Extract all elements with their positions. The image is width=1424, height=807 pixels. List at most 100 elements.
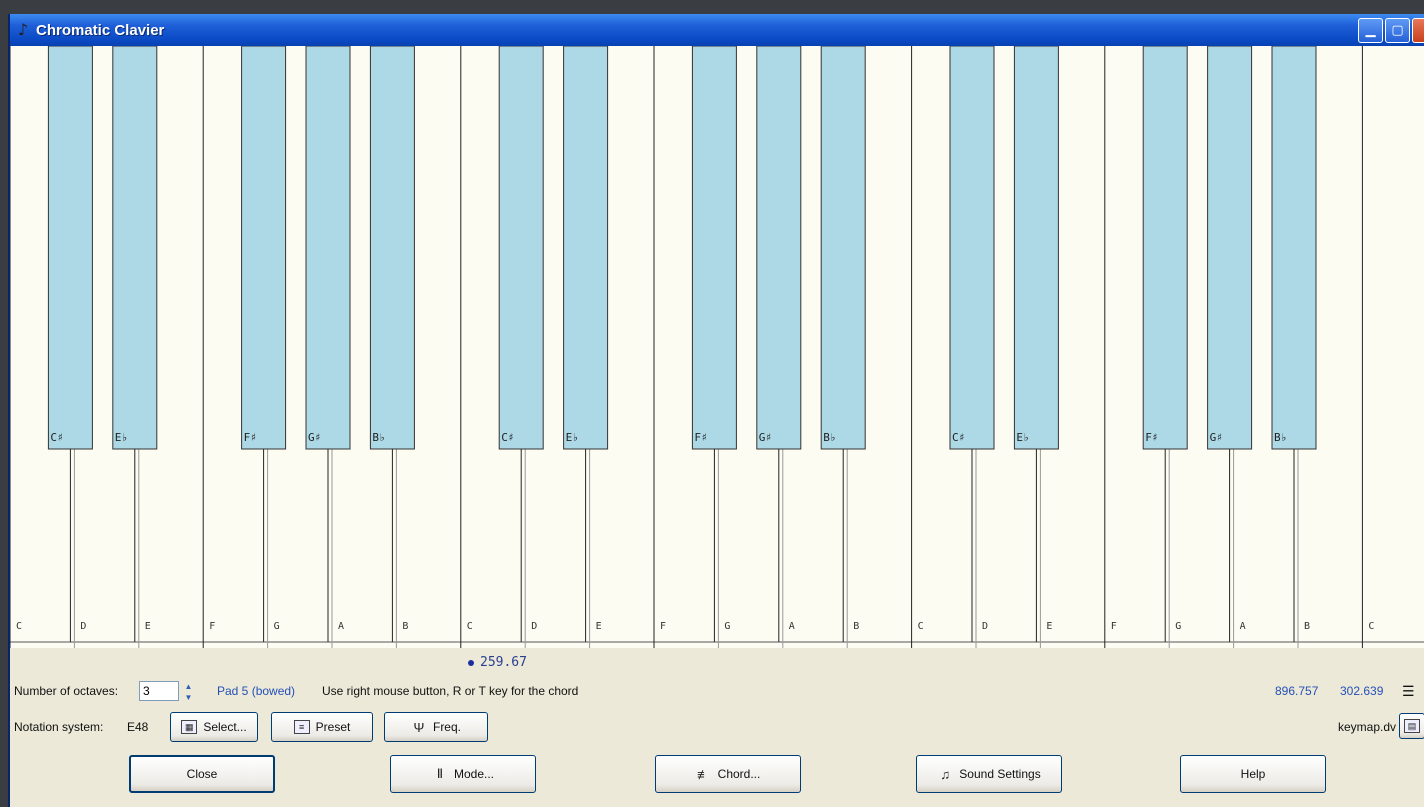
keymap-button[interactable]: ▤ — [1399, 713, 1424, 739]
white-key-label: C — [467, 621, 473, 632]
black-key-label: G♯ — [759, 431, 772, 444]
mode-icon: Ⅱ — [436, 766, 444, 781]
white-key-label: C — [1368, 621, 1374, 632]
white-key-label: A — [789, 621, 795, 632]
window-controls: ▁ ▢ — [1358, 18, 1424, 43]
mode-button[interactable]: Ⅱ Mode... — [390, 755, 536, 793]
white-key-label: E — [1046, 621, 1052, 632]
black-key-5[interactable]: C♯ — [498, 46, 544, 642]
white-key-label: B — [402, 621, 408, 632]
freq-button[interactable]: Ψ Freq. — [384, 712, 488, 742]
list-icon: ≡ — [293, 720, 310, 734]
instrument-label: Pad 5 (bowed) — [217, 684, 296, 698]
octaves-label: Number of octaves: — [14, 684, 119, 698]
white-key-label: A — [1240, 621, 1246, 632]
black-key-label: E♭ — [115, 431, 128, 444]
help-button[interactable]: Help — [1180, 755, 1326, 793]
black-key-2[interactable]: F♯ — [241, 46, 287, 642]
octave-row: Number of octaves: ▲ ▼ Pad 5 (bowed) Use… — [10, 681, 1424, 703]
grid-icon: ▦ — [181, 720, 198, 734]
window-title: Chromatic Clavier — [36, 21, 165, 39]
coord-x: 896.757 — [1275, 684, 1319, 698]
piano-keys-svg[interactable]: C D E F G A B C D E F G A B C D E F G A B C C♯ E♭ F♯ G♯ B♭ C♯ E♭ F♯ G♯… — [10, 46, 1424, 648]
help-label: Help — [1240, 767, 1266, 781]
black-key-label: C♯ — [50, 431, 63, 444]
white-key-label: F — [209, 621, 215, 632]
white-key-label: D — [982, 621, 988, 632]
black-key-13[interactable]: G♯ — [1207, 46, 1253, 642]
white-key-label: G — [724, 621, 730, 632]
select-button[interactable]: ▦ Select... — [170, 712, 258, 742]
black-key-label: B♭ — [1274, 431, 1287, 444]
black-key-14[interactable]: B♭ — [1271, 46, 1317, 642]
white-key-label: B — [853, 621, 859, 632]
white-key-label: F — [1111, 621, 1117, 632]
black-key-label: C♯ — [501, 431, 514, 444]
chord-label: Chord... — [717, 767, 761, 781]
octaves-spinner[interactable]: ▲ ▼ — [182, 681, 195, 703]
notation-label: Notation system: — [14, 720, 104, 734]
sound-settings-label: Sound Settings — [959, 767, 1041, 781]
file-icon: ▤ — [1404, 719, 1420, 733]
black-key-label: G♯ — [1210, 431, 1223, 444]
black-key-label: F♯ — [694, 431, 707, 444]
close-window-icon[interactable] — [1412, 18, 1424, 43]
notation-row: Notation system: E48 ▦ Select... ≡ Prese… — [10, 711, 1424, 745]
coord-y: 302.639 — [1340, 684, 1384, 698]
black-key-label: G♯ — [308, 431, 321, 444]
spin-up-icon[interactable]: ▲ — [182, 681, 195, 692]
sound-icon: ♫ — [940, 766, 951, 782]
black-key-7[interactable]: F♯ — [691, 46, 737, 642]
white-key-label: A — [338, 621, 344, 632]
white-key-label: C — [918, 621, 924, 632]
black-key-label: B♭ — [823, 431, 836, 444]
octaves-input[interactable] — [139, 681, 179, 701]
black-key-12[interactable]: F♯ — [1142, 46, 1188, 642]
white-key-label: D — [80, 621, 86, 632]
black-key-0[interactable]: C♯ — [47, 46, 93, 642]
black-key-10[interactable]: C♯ — [949, 46, 995, 642]
black-key-label: F♯ — [1145, 431, 1158, 444]
chord-hint: Use right mouse button, R or T key for t… — [322, 684, 579, 698]
black-key-11[interactable]: E♭ — [1013, 46, 1059, 642]
title-bar[interactable]: ♪ Chromatic Clavier ▁ ▢ — [10, 14, 1424, 46]
piano-keyboard[interactable]: C D E F G A B C D E F G A B C D E F G A B C C♯ E♭ F♯ G♯ B♭ C♯ E♭ F♯ G♯… — [10, 46, 1424, 648]
maximize-icon[interactable]: ▢ — [1385, 18, 1410, 43]
preset-label: Preset — [315, 720, 351, 734]
black-key-1[interactable]: E♭ — [112, 46, 158, 642]
mode-label: Mode... — [453, 767, 495, 781]
spin-down-icon[interactable]: ▼ — [182, 692, 195, 703]
black-key-3[interactable]: G♯ — [305, 46, 351, 642]
black-key-label: F♯ — [244, 431, 257, 444]
chord-button[interactable]: ≢ Chord... — [655, 755, 801, 793]
close-button[interactable]: Close — [129, 755, 275, 793]
action-buttons-row: Close Ⅱ Mode... ≢ Chord... ♫ Sound Setti… — [10, 754, 1424, 804]
frequency-value: 259.67 — [480, 655, 527, 670]
freq-label: Freq. — [432, 720, 461, 734]
minimize-icon[interactable]: ▁ — [1358, 18, 1383, 43]
black-key-label: B♭ — [372, 431, 385, 444]
black-key-8[interactable]: G♯ — [756, 46, 802, 642]
notation-value: E48 — [127, 720, 149, 734]
white-key-label: G — [274, 621, 280, 632]
list-icon[interactable]: ☰ — [1402, 683, 1415, 700]
white-key-label: F — [660, 621, 666, 632]
keymap-label: keymap.dv — [1338, 720, 1397, 734]
frequency-marker-icon — [468, 659, 474, 666]
black-key-6[interactable]: E♭ — [563, 46, 609, 642]
frequency-readout: 259.67 — [468, 655, 527, 670]
black-key-label: C♯ — [952, 431, 965, 444]
white-key-label: B — [1304, 621, 1310, 632]
black-key-4[interactable]: B♭ — [369, 46, 415, 642]
tuning-fork-icon: Ψ — [413, 719, 425, 735]
white-key-label: C — [16, 621, 22, 632]
white-key-label: D — [531, 621, 537, 632]
chord-icon: ≢ — [697, 766, 711, 782]
preset-button[interactable]: ≡ Preset — [271, 712, 373, 742]
black-key-9[interactable]: B♭ — [820, 46, 866, 642]
black-key-label: E♭ — [1016, 431, 1029, 444]
white-key-label: E — [145, 621, 151, 632]
sound-settings-button[interactable]: ♫ Sound Settings — [916, 755, 1062, 793]
close-label: Close — [186, 767, 218, 781]
white-key-label: G — [1175, 621, 1181, 632]
